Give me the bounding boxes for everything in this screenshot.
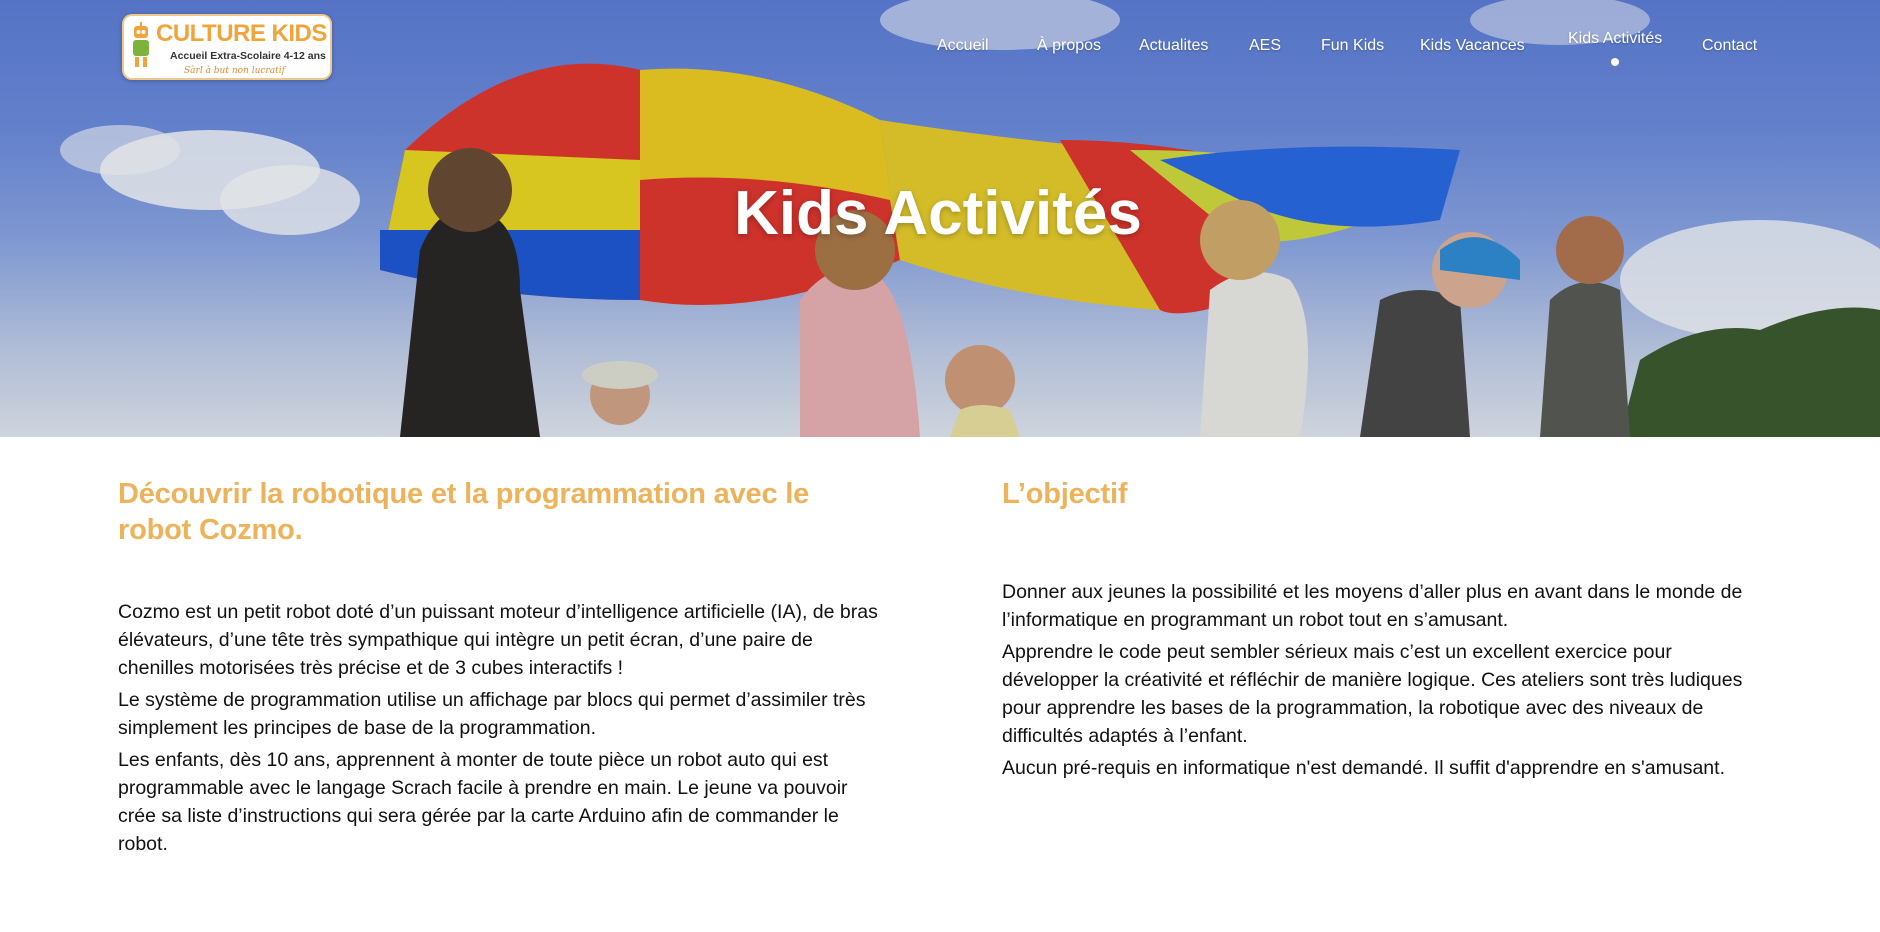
paragraph: Apprendre le code peut sembler sérieux m… [1002,641,1743,747]
paragraph: Les enfants, dès 10 ans, apprennent à mo… [118,749,848,855]
robot-mascot-icon [133,22,149,67]
nav-link-fun-kids[interactable]: Fun Kids [1321,37,1384,55]
active-nav-indicator [1611,58,1619,66]
cozmo-heading: Découvrir la robotique et la programmati… [118,478,810,546]
site-logo[interactable]: CULTURE KIDS Accueil Extra-Scolaire 4-12… [122,14,332,80]
cozmo-body: Cozmo est un petit robot doté d’un puiss… [118,598,878,858]
nav-link-contact[interactable]: Contact [1702,37,1757,55]
page-title: Kids Activités [734,179,1142,248]
cozmo-section: Découvrir la robotique et la programmati… [118,476,878,862]
paragraph: Aucun pré-requis en informatique n'est d… [1002,757,1725,779]
nav-link-kids-vacances[interactable]: Kids Vacances [1420,37,1525,55]
nav-link-accueil[interactable]: Accueil [937,37,989,55]
paragraph: Cozmo est un petit robot doté d’un puiss… [118,601,878,679]
nav-link-aes[interactable]: AES [1249,37,1281,55]
paragraph: Le système de programmation utilise un a… [118,689,866,739]
objective-body: Donner aux jeunes la possibilité et les … [1002,578,1762,782]
objective-heading: L’objectif [1002,478,1128,510]
logo-brand: CULTURE KIDS [156,20,327,47]
nav-link-kids-activites[interactable]: Kids Activités [1568,30,1662,48]
objective-section: L’objectif Donner aux jeunes la possibil… [1002,476,1762,786]
paragraph: Donner aux jeunes la possibilité et les … [1002,581,1743,631]
nav-link-actualites[interactable]: Actualites [1139,37,1208,55]
logo-subtitle: Accueil Extra-Scolaire 4-12 ans [170,50,326,62]
nav-link-a-propos[interactable]: À propos [1037,37,1101,55]
logo-tagline: Sàrl à but non lucratif [184,66,285,76]
